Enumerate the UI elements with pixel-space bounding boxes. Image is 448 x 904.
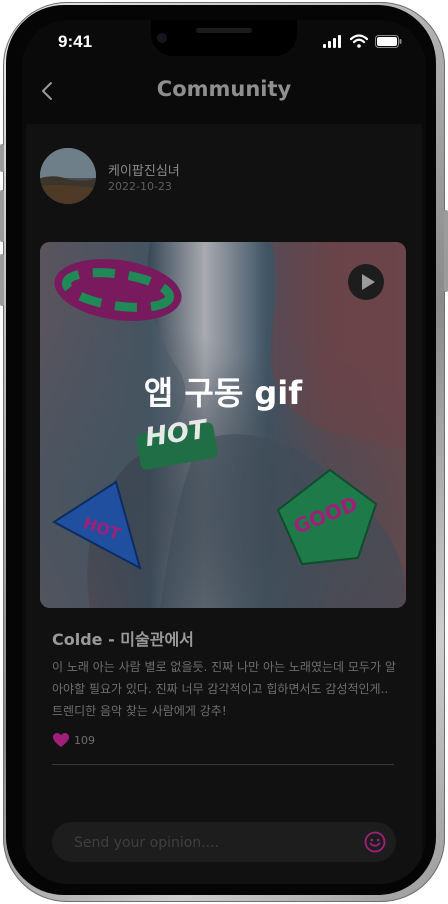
front-camera (157, 33, 167, 43)
like-section[interactable]: 109 (52, 732, 95, 748)
post-media[interactable]: 앱 구동 gif HOT GOOD HOT (40, 242, 406, 608)
status-time: 9:41 (58, 32, 93, 51)
side-button-volume-down (0, 254, 4, 306)
sticker-text-good: GOOD (290, 496, 361, 536)
sticker-text-hot: HOT (143, 415, 210, 454)
play-icon (362, 274, 375, 290)
media-caption: 앱 구동 gif (143, 374, 303, 412)
wifi-icon (350, 34, 368, 48)
phone-screen: 9:41 Community 케이팝진심녀 2022-10-23 앱 구동 gi… (22, 20, 426, 884)
divider (52, 764, 394, 765)
page-title: Community (156, 77, 292, 101)
play-button[interactable] (348, 264, 384, 300)
battery-icon (375, 34, 402, 48)
heart-icon[interactable] (52, 732, 70, 748)
avatar[interactable] (40, 148, 96, 204)
sticker-label-hot-green: HOT (143, 415, 210, 454)
status-icons (323, 34, 402, 48)
sticker-label-hot-blue: HOT (81, 513, 123, 544)
signal-icon (323, 35, 341, 48)
sticker-text-hot-blue: HOT (81, 513, 123, 544)
header: Community (22, 72, 426, 122)
side-button-volume-up (0, 190, 4, 242)
post-container: 케이팝진심녀 2022-10-23 앱 구동 gif HOT GOOD HOT … (26, 124, 422, 884)
side-button-power (444, 210, 448, 292)
comment-input[interactable] (72, 822, 356, 864)
post-date: 2022-10-23 (108, 180, 172, 193)
smiley-icon[interactable] (364, 831, 386, 853)
avatar-image (40, 148, 96, 204)
post-body: 이 노래 아는 사람 별로 없을듯. 진짜 나만 아는 노래였는데 모두가 알아… (52, 660, 396, 718)
post-title: Colde - 미술관에서 (52, 630, 194, 649)
author-name[interactable]: 케이팝진심녀 (108, 160, 180, 179)
notch (151, 20, 297, 56)
like-count: 109 (74, 733, 95, 747)
comment-input-container (52, 822, 396, 864)
sticker-label-good: GOOD (290, 496, 361, 536)
speaker (196, 28, 252, 33)
side-button-mute (0, 144, 4, 172)
